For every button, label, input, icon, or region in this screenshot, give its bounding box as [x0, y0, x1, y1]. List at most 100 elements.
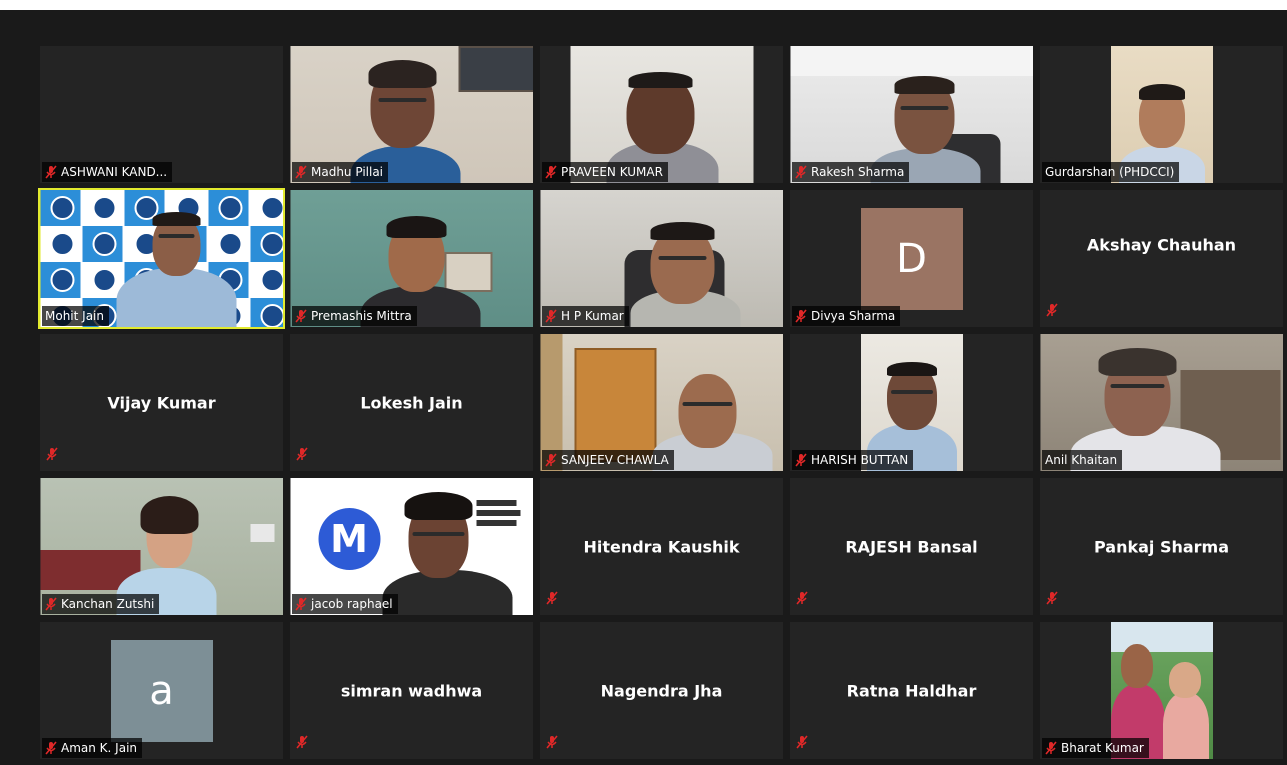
participant-name: Madhu Pillai	[311, 165, 384, 179]
participant-label: HARISH BUTTAN	[792, 450, 914, 470]
muted-mic-icon	[545, 165, 557, 179]
participant-name: Vijay Kumar	[107, 393, 216, 412]
participant-tile[interactable]: H P Kumar	[540, 190, 783, 327]
participant-tile[interactable]: Bharat Kumar	[1040, 622, 1283, 759]
participant-name: Anil Khaitan	[1045, 453, 1118, 467]
participant-name: Pankaj Sharma	[1093, 537, 1230, 556]
backdrop-logo-icon	[92, 268, 116, 292]
muted-mic-icon	[545, 309, 557, 323]
muted-mic-icon	[295, 165, 307, 179]
participant-label: Kanchan Zutshi	[42, 594, 160, 614]
participant-tile[interactable]: M jacob raphael	[290, 478, 533, 615]
backdrop-logo-icon	[218, 196, 242, 220]
participant-label: Premashis Mittra	[292, 306, 417, 326]
backdrop-logo-icon	[50, 232, 74, 256]
participant-name: Akshay Chauhan	[1086, 235, 1237, 255]
participant-name: simran wadhwa	[340, 681, 483, 700]
backdrop-logo-icon	[260, 232, 283, 256]
participant-label: jacob raphael	[292, 594, 398, 614]
muted-mic-icon	[45, 165, 57, 179]
participant-tile[interactable]: Premashis Mittra	[290, 190, 533, 327]
participant-name: Premashis Mittra	[311, 309, 412, 323]
participant-tile[interactable]: Pankaj Sharma	[1040, 478, 1283, 615]
avatar: a	[110, 639, 213, 742]
muted-mic-icon	[295, 597, 307, 611]
backdrop-logo-tile	[250, 298, 283, 327]
participant-label: Gurdarshan (PHDCCI)	[1042, 162, 1180, 182]
muted-mic-icon	[1046, 590, 1058, 609]
participant-tile[interactable]: Gurdarshan (PHDCCI)	[1040, 46, 1283, 183]
brand-logo: M	[318, 508, 380, 570]
participant-tile[interactable]: Ratna Haldhar	[790, 622, 1033, 759]
backdrop-logo-icon	[50, 196, 74, 220]
participant-name: Lokesh Jain	[360, 393, 463, 412]
participant-label: PRAVEEN KUMAR	[542, 162, 668, 182]
muted-mic-icon	[795, 453, 807, 467]
participant-tile[interactable]: Lokesh Jain	[290, 334, 533, 471]
participant-name: Aman K. Jain	[61, 741, 138, 755]
participant-name: H P Kumar	[561, 309, 624, 323]
participant-tile[interactable]: ASHWANI KAND...	[40, 46, 283, 183]
muted-mic-icon	[795, 309, 807, 323]
participant-tile[interactable]: a Aman K. Jain	[40, 622, 283, 759]
participant-name: Rakesh Sharma	[811, 165, 905, 179]
participant-tile[interactable]: Rakesh Sharma	[790, 46, 1033, 183]
participant-label: SANJEEV CHAWLA	[542, 450, 674, 470]
participant-label: H P Kumar	[542, 306, 629, 326]
participant-grid: ASHWANI KAND... Madhu Pillai PRAVEEN KUM…	[38, 46, 1283, 759]
backdrop-logo-tile	[250, 226, 283, 262]
active-speaker-tile[interactable]: Mohit Jain	[38, 188, 285, 329]
backdrop-logo-icon	[260, 304, 283, 327]
backdrop-logo-icon	[260, 268, 283, 292]
backdrop-logo-icon	[92, 232, 116, 256]
participant-name: PRAVEEN KUMAR	[561, 165, 663, 179]
participant-name: Mohit Jain	[45, 309, 104, 323]
muted-mic-icon	[296, 446, 308, 465]
participant-name: Divya Sharma	[811, 309, 896, 323]
muted-mic-icon	[796, 590, 808, 609]
participant-tile[interactable]: Anil Khaitan	[1040, 334, 1283, 471]
muted-mic-icon	[296, 734, 308, 753]
participant-tile[interactable]: Madhu Pillai	[290, 46, 533, 183]
avatar: D	[860, 207, 963, 310]
participant-label: Anil Khaitan	[1042, 450, 1123, 470]
backdrop-logo-icon	[92, 196, 116, 220]
participant-name: Bharat Kumar	[1061, 741, 1144, 755]
participant-tile[interactable]: Akshay Chauhan	[1040, 190, 1283, 327]
muted-mic-icon	[796, 734, 808, 753]
backdrop-logo-tile	[40, 226, 80, 262]
participant-tile[interactable]: SANJEEV CHAWLA	[540, 334, 783, 471]
participant-tile[interactable]: Vijay Kumar	[40, 334, 283, 471]
backdrop-logo-tile	[250, 262, 283, 298]
backdrop-logo-icon	[218, 232, 242, 256]
video-gallery: ASHWANI KAND... Madhu Pillai PRAVEEN KUM…	[0, 10, 1287, 765]
participant-tile[interactable]: PRAVEEN KUMAR	[540, 46, 783, 183]
backdrop-logo-tile	[208, 190, 248, 226]
participant-label: Rakesh Sharma	[792, 162, 910, 182]
participant-tile[interactable]: Hitendra Kaushik	[540, 478, 783, 615]
participant-tile[interactable]: RAJESH Bansal	[790, 478, 1033, 615]
participant-tile[interactable]: simran wadhwa	[290, 622, 533, 759]
participant-tile[interactable]: Nagendra Jha	[540, 622, 783, 759]
muted-mic-icon	[1045, 741, 1057, 755]
muted-mic-icon	[545, 453, 557, 467]
participant-label: Aman K. Jain	[42, 738, 143, 758]
participant-label: Divya Sharma	[792, 306, 901, 326]
participant-tile[interactable]: HARISH BUTTAN	[790, 334, 1033, 471]
muted-mic-icon	[45, 597, 57, 611]
backdrop-logo-icon	[50, 268, 74, 292]
participant-tile[interactable]: D Divya Sharma	[790, 190, 1033, 327]
participant-tile[interactable]: Kanchan Zutshi	[40, 478, 283, 615]
muted-mic-icon	[1046, 302, 1058, 321]
participant-name: HARISH BUTTAN	[811, 453, 909, 467]
backdrop-logo-tile	[40, 262, 80, 298]
participant-name: Kanchan Zutshi	[61, 597, 155, 611]
avatar-initial: D	[896, 235, 927, 282]
participant-name: RAJESH Bansal	[845, 537, 978, 556]
participant-label: Madhu Pillai	[292, 162, 389, 182]
muted-mic-icon	[45, 741, 57, 755]
participant-name: SANJEEV CHAWLA	[561, 453, 669, 467]
participant-name: Hitendra Kaushik	[583, 537, 740, 556]
muted-mic-icon	[46, 446, 58, 465]
avatar-initial: a	[149, 667, 174, 714]
